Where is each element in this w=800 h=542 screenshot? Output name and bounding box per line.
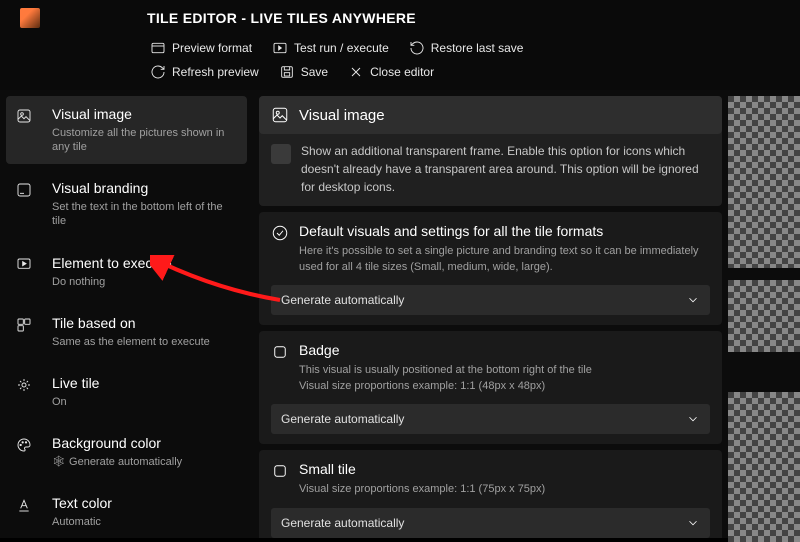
test-run-button[interactable]: Test run / execute [272,38,389,58]
palette-icon [16,437,32,453]
small-tile-dropdown[interactable]: Generate automatically [271,508,710,538]
checkbox[interactable] [271,144,291,164]
sidebar-item-background-color[interactable]: Background color🕸 Generate automatically [6,425,247,479]
card-header: Visual image [259,96,722,134]
toolbar: Preview format Test run / execute Restor… [0,34,800,90]
chevron-down-icon [686,412,700,426]
app-title: TILE EDITOR - LIVE TILES ANYWHERE [147,10,416,26]
restore-icon [409,40,425,56]
text-icon [16,497,32,513]
close-button[interactable]: Close editor [348,62,434,82]
sidebar-item-element-execute[interactable]: Element to executeDo nothing [6,245,247,299]
refresh-icon [150,64,166,80]
live-icon [16,377,32,393]
app-logo-icon [20,8,40,28]
preview-tile-wide [728,392,800,542]
tile-icon [16,317,32,333]
transparent-frame-option[interactable]: Show an additional transparent frame. En… [271,142,710,196]
preview-tile-large [728,96,800,268]
close-icon [348,64,364,80]
preview-format-icon [150,40,166,56]
sidebar-item-text-color[interactable]: Text colorAutomatic [6,485,247,538]
chevron-down-icon [686,293,700,307]
chevron-down-icon [686,516,700,530]
badge-dropdown[interactable]: Generate automatically [271,404,710,434]
title-bar: TILE EDITOR - LIVE TILES ANYWHERE [0,0,800,34]
badge-section: Badge This visual is usually positioned … [259,331,722,444]
play-icon [16,257,32,273]
default-visuals-dropdown[interactable]: Generate automatically [271,285,710,315]
preview-pane [728,90,800,538]
main-pane: Visual image Show an additional transpar… [253,90,728,538]
square-icon [271,343,289,361]
sidebar-item-visual-image[interactable]: Visual image Customize all the pictures s… [6,96,247,164]
sidebar-item-desc: Customize all the pictures shown in any … [52,126,237,155]
image-icon [16,108,32,124]
sidebar-item-live-tile[interactable]: Live tileOn [6,365,247,419]
save-icon [279,64,295,80]
restore-button[interactable]: Restore last save [409,38,524,58]
brand-icon [16,182,32,198]
default-visuals-section: Default visuals and settings for all the… [259,212,722,325]
sidebar-item-title: Visual image [52,106,237,123]
refresh-button[interactable]: Refresh preview [150,62,259,82]
sidebar-item-visual-branding[interactable]: Visual brandingSet the text in the botto… [6,170,247,238]
save-button[interactable]: Save [279,62,328,82]
visual-image-card: Visual image Show an additional transpar… [259,96,722,206]
square-icon [271,462,289,480]
small-tile-section: Small tile Visual size proportions examp… [259,450,722,538]
preview-format-button[interactable]: Preview format [150,38,252,58]
sidebar: Visual image Customize all the pictures s… [0,90,253,538]
sidebar-item-tile-based-on[interactable]: Tile based onSame as the element to exec… [6,305,247,359]
check-circle-icon [271,224,289,242]
preview-tile-small [728,280,800,352]
run-icon [272,40,288,56]
image-icon [271,106,289,124]
